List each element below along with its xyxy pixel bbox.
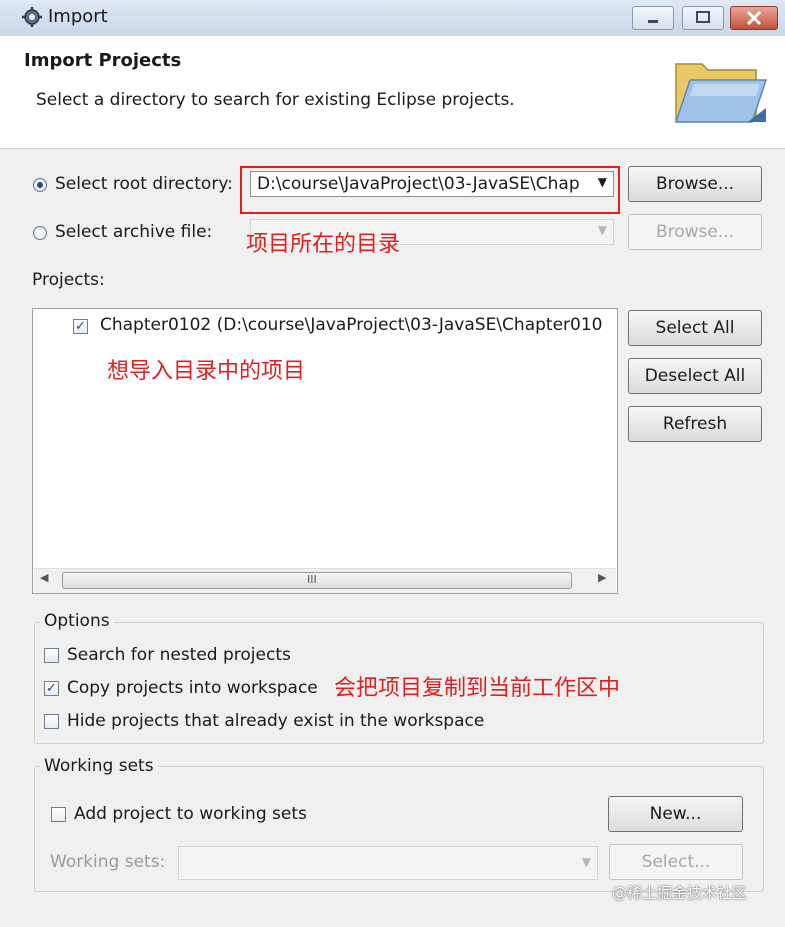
chevron-down-icon[interactable]: ▼ bbox=[582, 855, 591, 869]
copy-projects-checkbox[interactable]: ✓ bbox=[44, 681, 59, 696]
root-directory-radio[interactable] bbox=[33, 178, 47, 192]
root-browse-button[interactable]: Browse... bbox=[628, 166, 762, 202]
archive-browse-button[interactable]: Browse... bbox=[628, 214, 762, 250]
copy-projects-label[interactable]: Copy projects into workspace bbox=[67, 678, 318, 698]
refresh-button[interactable]: Refresh bbox=[628, 406, 762, 442]
projects-list[interactable]: ✓ Chapter0102 (D:\course\JavaProject\03-… bbox=[32, 308, 618, 594]
select-working-sets-button[interactable]: Select... bbox=[609, 844, 743, 880]
add-working-sets-label[interactable]: Add project to working sets bbox=[74, 804, 307, 824]
annotation-copy: 会把项目复制到当前工作区中 bbox=[334, 676, 621, 701]
hide-existing-checkbox[interactable] bbox=[44, 714, 59, 729]
radio-dot bbox=[37, 182, 43, 188]
project-checkbox[interactable]: ✓ bbox=[73, 319, 88, 334]
scroll-left-icon[interactable]: ◀ bbox=[40, 571, 48, 584]
hide-existing-label[interactable]: Hide projects that already exist in the … bbox=[67, 711, 484, 731]
maximize-icon bbox=[696, 11, 710, 23]
deselect-all-button[interactable]: Deselect All bbox=[628, 358, 762, 394]
new-working-set-button[interactable]: New... bbox=[608, 796, 743, 832]
working-sets-label: Working sets: bbox=[50, 852, 166, 872]
scroll-grip: III bbox=[307, 573, 317, 586]
annotation-import: 想导入目录中的项目 bbox=[107, 359, 306, 384]
working-sets-title: Working sets bbox=[40, 756, 158, 776]
nested-projects-checkbox[interactable] bbox=[44, 648, 59, 663]
maximize-button[interactable] bbox=[682, 6, 724, 30]
scroll-right-icon[interactable]: ▶ bbox=[598, 571, 606, 584]
archive-file-label: Select archive file: bbox=[55, 222, 213, 242]
minimize-button[interactable] bbox=[632, 6, 674, 30]
page-title: Import Projects bbox=[24, 50, 182, 71]
page-description: Select a directory to search for existin… bbox=[36, 90, 515, 110]
annotation-highlight-box bbox=[240, 166, 620, 214]
root-directory-label: Select root directory: bbox=[55, 174, 233, 194]
horizontal-scrollbar[interactable]: ◀ III ▶ bbox=[34, 568, 616, 593]
projects-label: Projects: bbox=[32, 270, 105, 290]
add-working-sets-checkbox[interactable] bbox=[51, 807, 66, 822]
watermark: @稀土掘金技术社区 bbox=[612, 884, 748, 902]
nested-projects-label[interactable]: Search for nested projects bbox=[67, 645, 291, 665]
close-button[interactable] bbox=[730, 6, 778, 30]
wizard-header: Import Projects Select a directory to se… bbox=[0, 36, 785, 149]
scroll-thumb[interactable]: III bbox=[62, 572, 572, 589]
chevron-down-icon[interactable]: ▼ bbox=[598, 223, 607, 237]
minimize-icon bbox=[648, 20, 658, 23]
annotation-directory: 项目所在的目录 bbox=[246, 232, 401, 257]
archive-file-radio[interactable] bbox=[33, 226, 47, 240]
options-title: Options bbox=[40, 611, 114, 631]
window-title: Import bbox=[48, 6, 108, 27]
folder-icon bbox=[674, 63, 768, 123]
title-bar: Import bbox=[0, 0, 785, 37]
gear-icon bbox=[22, 7, 42, 27]
select-all-button[interactable]: Select All bbox=[628, 310, 762, 346]
working-sets-combo[interactable]: ▼ bbox=[178, 846, 598, 880]
project-item-label[interactable]: Chapter0102 (D:\course\JavaProject\03-Ja… bbox=[100, 315, 602, 335]
close-icon bbox=[746, 10, 762, 26]
